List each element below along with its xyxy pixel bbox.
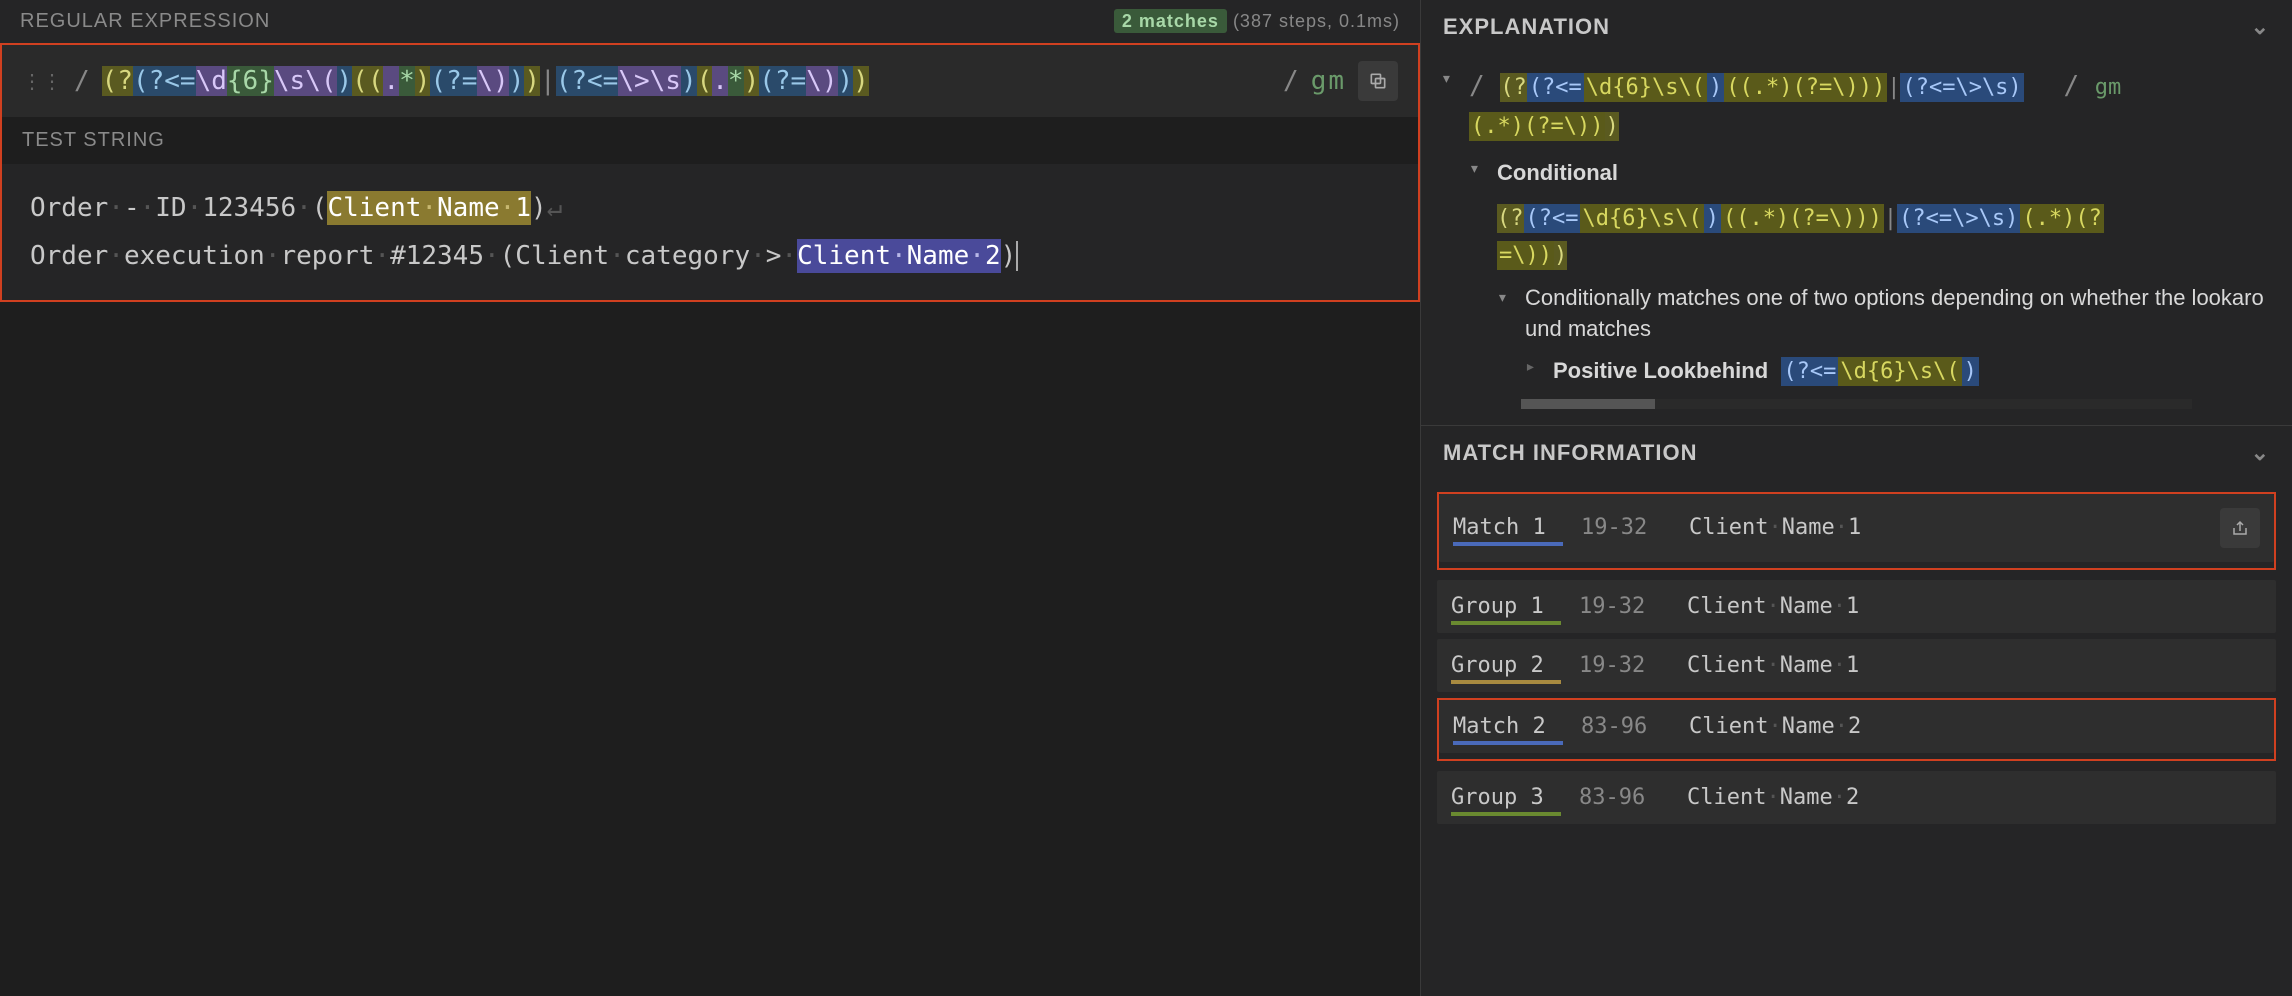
- group-range: 19-32: [1579, 653, 1669, 678]
- group-label: Group 2: [1451, 653, 1561, 678]
- status-detail: (387 steps, 0.1ms): [1233, 11, 1400, 31]
- tree-toggle-icon[interactable]: ▾: [1441, 64, 1461, 95]
- test-line-1: Order·-·ID·123456·(Client·Name·1)↵: [30, 184, 1390, 232]
- group-text: Client·Name·1: [1687, 594, 2262, 619]
- group-range: 19-32: [1579, 594, 1669, 619]
- match-range: 83-96: [1581, 714, 1671, 739]
- drag-handle-icon[interactable]: ⋮⋮: [22, 69, 62, 93]
- group-label: Group 3: [1451, 785, 1561, 810]
- regex-flags[interactable]: gm: [1311, 66, 1346, 96]
- scrollbar-thumb[interactable]: [1521, 399, 1655, 409]
- tree-root[interactable]: ▾ / (?(?<=\d{6}\s\()((.*)(?=\)))|(?<=\>\…: [1441, 60, 2272, 150]
- group-row[interactable]: Group 1 19-32 Client·Name·1: [1437, 580, 2276, 633]
- group-row[interactable]: Group 2 19-32 Client·Name·1: [1437, 639, 2276, 692]
- group-text: Client·Name·1: [1687, 653, 2262, 678]
- test-line-2: Order·execution·report·#12345·(Client·ca…: [30, 232, 1390, 280]
- match-row[interactable]: Match 1 19-32 Client·Name·1: [1439, 494, 2274, 562]
- match-label: Match 1: [1453, 515, 1563, 540]
- tree-conditional[interactable]: ▾ Conditional: [1441, 150, 2272, 196]
- regex-delim-open: /: [74, 66, 90, 96]
- copy-icon: [1368, 71, 1388, 91]
- tree-toggle-icon[interactable]: ▾: [1469, 154, 1489, 185]
- export-button[interactable]: [2220, 508, 2260, 548]
- match-info-section: MATCH INFORMATION ⌄ Match 1 19-32 Client·N…: [1421, 426, 2292, 996]
- matchinfo-header: MATCH INFORMATION: [1443, 440, 1697, 466]
- tree-conditional-desc[interactable]: ▾ Conditionally matches one of two optio…: [1441, 279, 2272, 349]
- test-string-header: TEST STRING: [2, 117, 1418, 164]
- regex-section-header: REGULAR EXPRESSION 2 matches (387 steps,…: [0, 0, 1420, 43]
- export-icon: [2231, 519, 2249, 537]
- match-count: 2 matches: [1114, 9, 1227, 33]
- match-range: 19-32: [1581, 515, 1671, 540]
- explanation-section: EXPLANATION ⌄ ▾ / (?(?<=\d{6}\s\()((.*)(…: [1421, 0, 2292, 426]
- match-row[interactable]: Match 2 83-96 Client·Name·2: [1439, 700, 2274, 753]
- match-text: Client·Name·1: [1689, 515, 2202, 540]
- chevron-down-icon[interactable]: ⌄: [2251, 440, 2270, 466]
- match-text: Client·Name·2: [1689, 714, 2260, 739]
- explanation-scrollbar[interactable]: [1521, 399, 2192, 409]
- regex-delim-close: /: [1283, 66, 1299, 96]
- status-badge: 2 matches (387 steps, 0.1ms): [1114, 11, 1400, 32]
- tree-toggle-icon[interactable]: ▾: [1497, 283, 1517, 314]
- regex-header-label: REGULAR EXPRESSION: [20, 10, 270, 33]
- test-string-input[interactable]: Order·-·ID·123456·(Client·Name·1)↵ Order…: [2, 164, 1418, 300]
- match-block: Match 1 19-32 Client·Name·1: [1437, 492, 2276, 570]
- group-row[interactable]: Group 3 83-96 Client·Name·2: [1437, 771, 2276, 824]
- tree-lookbehind[interactable]: ▸ Positive Lookbehind (?<=\d{6}\s\(): [1441, 348, 2272, 394]
- explanation-header: EXPLANATION: [1443, 14, 1610, 40]
- group-text: Client·Name·2: [1687, 785, 2262, 810]
- regex-pattern-input[interactable]: (?(?<=\d{6}\s\()((.*)(?=\)))|(?<=\>\s)(.…: [102, 66, 1271, 96]
- copy-button[interactable]: [1358, 61, 1398, 101]
- chevron-down-icon[interactable]: ⌄: [2251, 14, 2270, 40]
- match-block: Match 2 83-96 Client·Name·2: [1437, 698, 2276, 761]
- group-range: 83-96: [1579, 785, 1669, 810]
- match-label: Match 2: [1453, 714, 1563, 739]
- regex-input-row[interactable]: ⋮⋮ / (?(?<=\d{6}\s\()((.*)(?=\)))|(?<=\>…: [2, 45, 1418, 117]
- tree-conditional-pattern: (?(?<=\d{6}\s\()((.*)(?=\)))|(?<=\>\s)(.…: [1441, 196, 2272, 279]
- tree-toggle-icon[interactable]: ▸: [1525, 352, 1545, 383]
- group-label: Group 1: [1451, 594, 1561, 619]
